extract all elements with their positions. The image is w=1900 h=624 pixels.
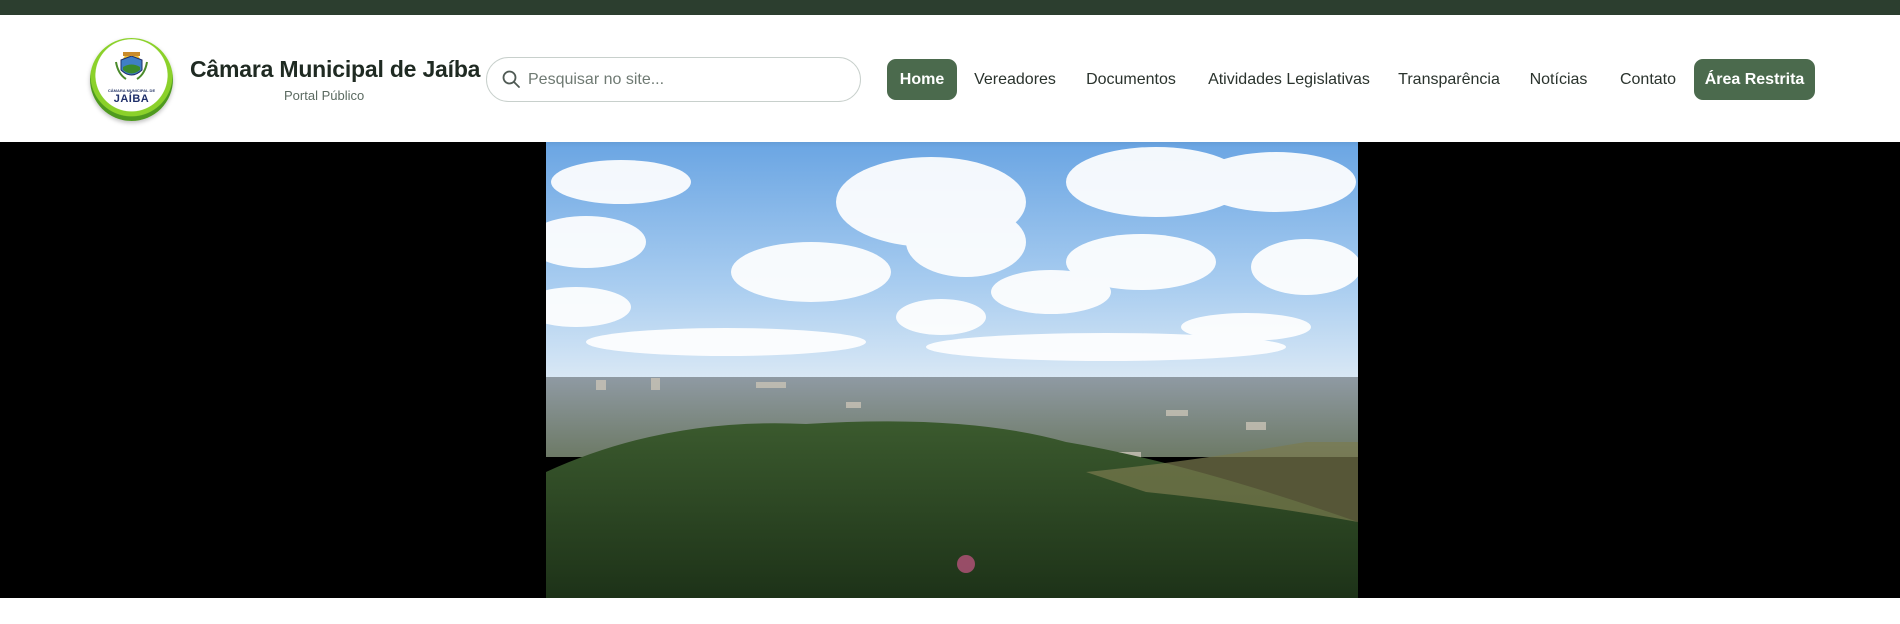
logo-text: JAÍBA bbox=[113, 93, 150, 105]
coat-of-arms-icon bbox=[115, 52, 148, 80]
nav-vereadores[interactable]: Vereadores bbox=[967, 59, 1063, 100]
nav-atividades-legislativas[interactable]: Atividades Legislativas bbox=[1199, 59, 1379, 100]
nav-contato[interactable]: Contato bbox=[1608, 59, 1688, 100]
nav-transparencia[interactable]: Transparência bbox=[1389, 59, 1509, 100]
nav-noticias[interactable]: Notícias bbox=[1519, 59, 1598, 100]
chamber-logo[interactable]: CÂMARA MUNICIPAL DE JAÍBA bbox=[90, 38, 173, 121]
search-input[interactable] bbox=[528, 67, 848, 93]
restricted-area-button[interactable]: Área Restrita bbox=[1694, 59, 1815, 100]
nav-home[interactable]: Home bbox=[887, 59, 957, 100]
aerial-city-image bbox=[546, 142, 1358, 598]
search-box bbox=[486, 57, 861, 102]
site-header: CÂMARA MUNICIPAL DE JAÍBA Câmara Municip… bbox=[0, 15, 1900, 142]
site-title[interactable]: Câmara Municipal de Jaíba bbox=[190, 56, 480, 83]
nav-documentos[interactable]: Documentos bbox=[1074, 59, 1188, 100]
hero-banner bbox=[0, 142, 1900, 598]
hero-video[interactable] bbox=[546, 142, 1358, 598]
site-subtitle: Portal Público bbox=[284, 88, 365, 103]
top-accent-bar bbox=[0, 0, 1900, 15]
search-icon[interactable] bbox=[501, 69, 521, 89]
